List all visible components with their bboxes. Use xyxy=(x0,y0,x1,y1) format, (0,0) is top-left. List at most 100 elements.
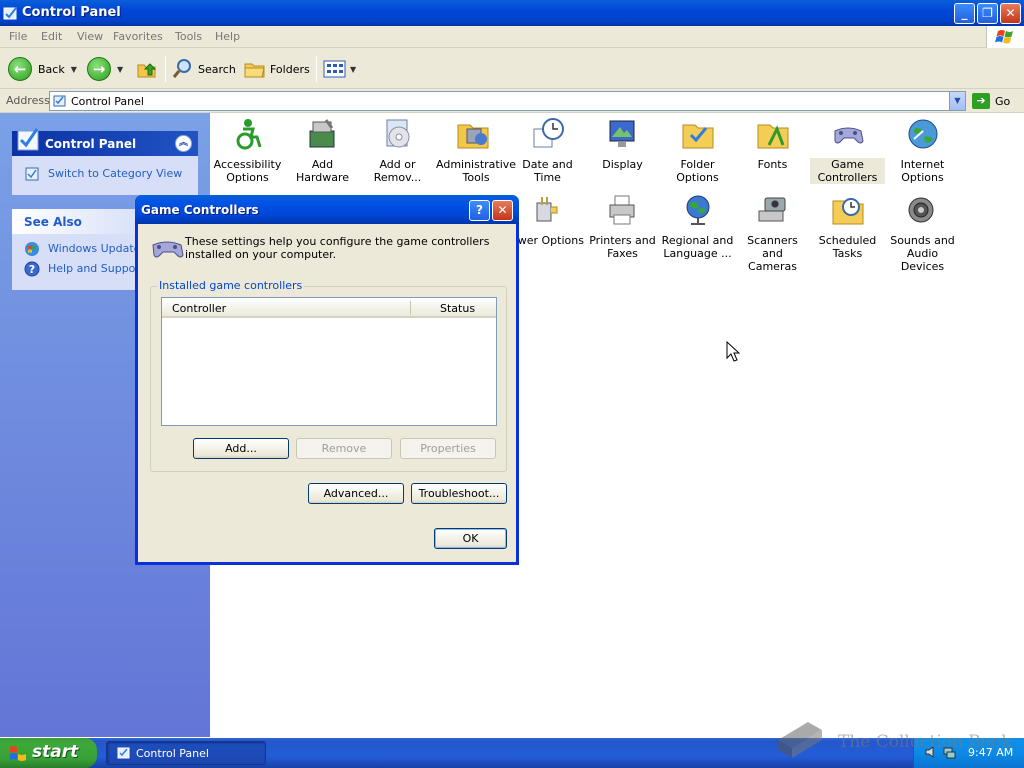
advanced-button[interactable]: Advanced... xyxy=(308,483,404,504)
window-titlebar: Control Panel _ ❐ ✕ xyxy=(0,0,1024,26)
back-arrow-icon: ← xyxy=(8,57,32,81)
item-label: Game Controllers xyxy=(810,158,885,184)
dialog-body: These settings help you configure the ga… xyxy=(138,224,516,562)
ok-button[interactable]: OK xyxy=(434,528,507,549)
internet-options-icon xyxy=(908,119,937,149)
up-folder-icon xyxy=(137,63,157,78)
search-icon xyxy=(172,59,191,78)
item-scanners-and-cameras[interactable]: Scanners and Cameras xyxy=(735,193,810,273)
restore-button[interactable]: ❐ xyxy=(977,3,998,24)
address-label: Address xyxy=(6,94,50,107)
menu-file[interactable]: File xyxy=(9,30,27,43)
item-administrative-tools[interactable]: Administrative Tools xyxy=(435,117,516,184)
item-label: Regional and Language ... xyxy=(661,234,734,260)
start-label: start xyxy=(32,742,79,762)
help-button[interactable]: ? xyxy=(469,200,490,221)
search-label: Search xyxy=(198,62,236,76)
display-icon xyxy=(609,120,634,147)
control-panel-icon xyxy=(17,128,39,151)
close-button[interactable]: ✕ xyxy=(1000,3,1021,24)
accessibility-icon xyxy=(236,119,261,150)
item-regional-and-language[interactable]: Regional and Language ... xyxy=(660,193,735,260)
item-sounds-and-audio-devices[interactable]: Sounds and Audio Devices xyxy=(885,193,960,273)
item-display[interactable]: Display xyxy=(585,117,660,171)
item-internet-options[interactable]: Internet Options xyxy=(885,117,960,184)
views-button[interactable]: ▼ xyxy=(323,56,356,82)
column-divider[interactable] xyxy=(410,301,411,315)
address-dropdown-icon[interactable]: ▼ xyxy=(949,92,965,110)
up-folder-button[interactable] xyxy=(135,56,159,82)
sounds-icon xyxy=(908,197,933,223)
menu-bar: File Edit View Favorites Tools Help xyxy=(0,26,1024,48)
admin-tools-icon xyxy=(457,124,488,149)
item-fonts[interactable]: Fonts xyxy=(735,117,810,171)
forward-button[interactable]: → ▼ xyxy=(87,56,123,82)
item-game-controllers[interactable]: Game Controllers xyxy=(810,117,885,184)
item-label: Sounds and Audio Devices xyxy=(890,234,955,273)
item-power-options[interactable]: ower Options xyxy=(510,193,585,247)
folders-button[interactable]: Folders xyxy=(243,56,310,82)
item-label: Printers and Faxes xyxy=(589,234,656,260)
start-button[interactable]: start xyxy=(0,738,97,768)
troubleshoot-button[interactable]: Troubleshoot... xyxy=(411,483,507,504)
item-label: ower Options xyxy=(511,234,584,247)
back-dropdown-icon[interactable]: ▼ xyxy=(71,65,77,74)
menu-help[interactable]: Help xyxy=(215,30,240,43)
power-options-icon xyxy=(536,197,557,222)
dialog-intro-text: These settings help you configure the ga… xyxy=(185,235,490,261)
control-panel-box: Control Panel ︽ Switch to Category View xyxy=(12,128,198,195)
windows-logo-icon xyxy=(986,26,1024,48)
go-button[interactable]: ➔ Go xyxy=(972,92,1010,110)
control-panel-icon xyxy=(53,95,66,107)
item-printers-and-faxes[interactable]: Printers and Faxes xyxy=(585,193,660,260)
add-button[interactable]: Add... xyxy=(193,438,289,459)
go-arrow-icon: ➔ xyxy=(972,93,990,109)
scanners-icon xyxy=(758,197,785,222)
folders-label: Folders xyxy=(270,62,310,76)
switch-to-category-view-link[interactable]: Switch to Category View xyxy=(12,164,198,184)
menu-tools[interactable]: Tools xyxy=(175,30,202,43)
back-button[interactable]: ← Back ▼ xyxy=(8,56,77,82)
menu-favorites[interactable]: Favorites xyxy=(113,30,163,43)
item-date-and-time[interactable]: Date and Time xyxy=(510,117,585,184)
see-also-title: See Also xyxy=(24,215,82,229)
item-label: Date and Time xyxy=(522,158,573,184)
mouse-cursor-icon xyxy=(726,341,740,362)
remove-button[interactable]: Remove xyxy=(296,438,392,459)
collapse-chevron-icon[interactable]: ︽ xyxy=(175,135,192,152)
book-logo-icon xyxy=(778,722,822,758)
menu-edit[interactable]: Edit xyxy=(41,30,62,43)
fonts-icon xyxy=(757,124,788,149)
control-panel-header[interactable]: Control Panel ︽ xyxy=(12,128,198,156)
properties-button[interactable]: Properties xyxy=(400,438,496,459)
list-header: Controller Status xyxy=(162,298,496,318)
item-label: Fonts xyxy=(757,158,788,171)
item-label: Display xyxy=(602,158,643,171)
watermark: The Collection Book xyxy=(770,718,1020,768)
game-controllers-dialog: Game Controllers ? ✕ These settings help… xyxy=(135,195,519,565)
taskbar-item-control-panel[interactable]: Control Panel xyxy=(106,741,266,765)
column-status[interactable]: Status xyxy=(440,302,475,315)
dialog-title: Game Controllers xyxy=(141,203,259,217)
minimize-button[interactable]: _ xyxy=(954,3,975,24)
address-input[interactable]: Control Panel ▼ xyxy=(49,91,966,111)
installed-controllers-group: Installed game controllers Controller St… xyxy=(150,279,507,472)
help-icon: ? xyxy=(24,261,40,277)
controllers-list[interactable]: Controller Status xyxy=(161,297,497,426)
add-hardware-icon xyxy=(309,119,334,148)
item-accessibility-options[interactable]: Accessibility Options xyxy=(210,117,285,184)
column-controller[interactable]: Controller xyxy=(172,302,226,315)
item-add-hardware[interactable]: Add Hardware xyxy=(285,117,360,184)
item-add-remove-programs[interactable]: Add or Remov... xyxy=(360,117,435,184)
item-folder-options[interactable]: Folder Options xyxy=(660,117,735,184)
menu-view[interactable]: View xyxy=(77,30,103,43)
windows-flag-icon xyxy=(10,746,26,761)
dialog-titlebar: Game Controllers ? ✕ xyxy=(135,195,519,224)
search-button[interactable]: Search xyxy=(171,56,236,82)
category-view-icon xyxy=(25,167,39,181)
windows-update-icon xyxy=(25,242,39,256)
dialog-close-button[interactable]: ✕ xyxy=(492,200,513,221)
item-scheduled-tasks[interactable]: Scheduled Tasks xyxy=(810,193,885,260)
forward-dropdown-icon[interactable]: ▼ xyxy=(117,65,123,74)
views-dropdown-icon[interactable]: ▼ xyxy=(350,65,356,74)
